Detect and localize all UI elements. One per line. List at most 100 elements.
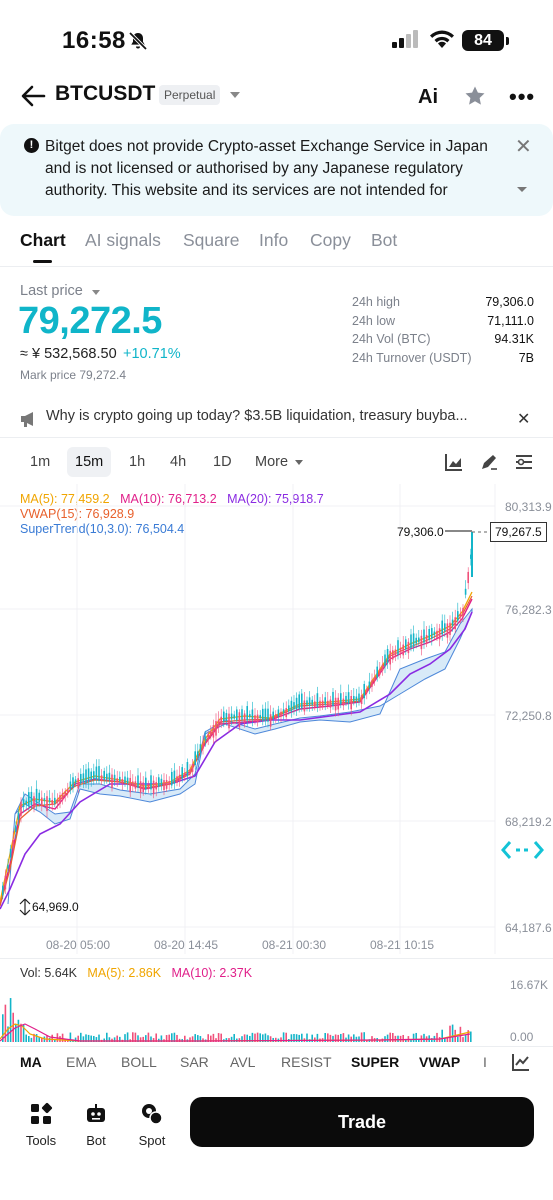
news-headline[interactable]: Why is crypto going up today? $3.5B liqu… xyxy=(46,408,478,424)
candle-body xyxy=(168,781,170,786)
candle-body xyxy=(251,709,254,720)
volume-y-bottom: 0.00 xyxy=(510,1030,534,1044)
candle-body xyxy=(337,697,339,710)
volume-bar xyxy=(451,1024,454,1042)
indicator-avl[interactable]: AVL xyxy=(230,1054,255,1070)
indicator-super[interactable]: SUPER xyxy=(351,1054,399,1070)
pair-title[interactable]: BTCUSDT xyxy=(55,82,155,106)
candle-body xyxy=(176,776,178,783)
volume-bar xyxy=(353,1034,355,1042)
candle-body xyxy=(9,848,12,858)
indicator-ema[interactable]: EMA xyxy=(66,1054,96,1070)
volume-bar xyxy=(412,1033,415,1042)
indicator-more[interactable]: I xyxy=(483,1054,487,1070)
volume-bar xyxy=(355,1036,358,1042)
candle-body xyxy=(178,774,181,782)
pair-dropdown-icon[interactable] xyxy=(230,92,240,98)
candle-body xyxy=(407,641,410,654)
interval-1h[interactable]: 1h xyxy=(121,447,153,477)
volume-bar xyxy=(464,1035,467,1042)
x-axis-label: 08-21 00:30 xyxy=(262,938,327,952)
candle-body xyxy=(59,795,61,805)
chart-type-icon[interactable] xyxy=(445,453,463,471)
candle-body xyxy=(126,777,129,784)
last-price-label[interactable]: Last price xyxy=(20,283,83,299)
trade-button[interactable]: Trade xyxy=(190,1097,534,1147)
nav-spot[interactable]: Spot xyxy=(127,1102,177,1150)
notice-text: Bitget does not provide Crypto-asset Exc… xyxy=(45,138,488,199)
volume-ma10: MA(10): 2.37K xyxy=(171,966,253,980)
candle-body xyxy=(113,774,116,781)
candle-body xyxy=(298,694,300,710)
candle-body xyxy=(2,885,4,896)
indicator-chart-icon[interactable] xyxy=(512,1053,530,1071)
news-close-icon[interactable]: ✕ xyxy=(517,409,530,429)
candle-body xyxy=(77,778,79,789)
indicator-bar: MA EMA BOLL SAR AVL RESIST SUPER VWAP I xyxy=(0,1046,553,1078)
candle-body xyxy=(74,779,77,784)
candle-body xyxy=(163,780,165,791)
candle-body xyxy=(282,709,285,714)
candle-body xyxy=(129,777,131,793)
price-chart[interactable] xyxy=(0,484,553,954)
indicator-vwap[interactable]: VWAP xyxy=(419,1054,460,1070)
candle-body xyxy=(293,702,295,710)
notice-close-icon[interactable]: ✕ xyxy=(515,134,532,159)
notice-expand-icon[interactable] xyxy=(516,186,528,194)
candle-body xyxy=(373,677,376,681)
candle-body xyxy=(381,664,384,671)
candle-body xyxy=(41,797,43,806)
candle-body xyxy=(223,711,225,722)
nav-bot[interactable]: Bot xyxy=(71,1102,121,1150)
candle-body xyxy=(191,763,194,772)
volume-bar xyxy=(51,1034,53,1042)
candle-body xyxy=(441,620,443,635)
drawing-pen-icon[interactable] xyxy=(480,453,498,471)
tab-copy[interactable]: Copy xyxy=(310,230,351,251)
current-price-tag[interactable]: 79,267.5 xyxy=(490,522,547,542)
bell-slash-icon xyxy=(128,31,148,51)
volume-bar xyxy=(337,1034,339,1042)
ai-button[interactable]: Ai xyxy=(418,86,438,109)
candle-body xyxy=(212,725,215,738)
more-options-icon[interactable]: ••• xyxy=(509,84,535,110)
volume-bar xyxy=(384,1036,386,1042)
battery-indicator: 84 xyxy=(462,30,504,51)
more-dropdown-icon[interactable] xyxy=(295,460,303,465)
tab-chart[interactable]: Chart xyxy=(20,230,66,251)
candle-body xyxy=(368,681,371,689)
candle-body xyxy=(464,588,467,595)
indicator-settings-icon[interactable] xyxy=(515,453,533,471)
candle-body xyxy=(288,705,290,712)
divider xyxy=(0,958,553,959)
volume-bar xyxy=(25,1034,27,1042)
interval-1m[interactable]: 1m xyxy=(22,447,58,477)
candle-body xyxy=(54,797,56,804)
indicator-boll[interactable]: BOLL xyxy=(121,1054,157,1070)
news-ticker[interactable]: Why is crypto going up today? $3.5B liqu… xyxy=(0,404,553,434)
volume-bar xyxy=(394,1035,397,1042)
candle-body xyxy=(215,721,217,736)
indicator-ma[interactable]: MA xyxy=(20,1054,42,1070)
candle-body xyxy=(347,692,350,704)
tab-square[interactable]: Square xyxy=(183,230,239,251)
indicator-sar[interactable]: SAR xyxy=(180,1054,209,1070)
interval-more[interactable]: More xyxy=(247,447,296,477)
low-price-marker: 64,969.0 xyxy=(32,900,79,914)
y-axis-label: 64,187.6 xyxy=(505,921,552,935)
indicator-resist[interactable]: RESIST xyxy=(281,1054,332,1070)
tab-ai-signals[interactable]: AI signals xyxy=(85,230,161,251)
favorite-star-icon[interactable] xyxy=(463,84,487,108)
interval-1d[interactable]: 1D xyxy=(205,447,240,477)
tab-bot[interactable]: Bot xyxy=(371,230,397,251)
volume-chart[interactable] xyxy=(0,984,495,1044)
back-arrow-icon[interactable] xyxy=(20,84,46,108)
tab-info[interactable]: Info xyxy=(259,230,288,251)
interval-15m[interactable]: 15m xyxy=(67,447,112,477)
nav-tools[interactable]: Tools xyxy=(16,1102,66,1150)
candle-body xyxy=(7,864,9,869)
interval-4h[interactable]: 4h xyxy=(162,447,194,477)
candle-body xyxy=(43,798,46,802)
volume-bar xyxy=(275,1037,277,1042)
last-price-dropdown-icon[interactable] xyxy=(92,290,100,295)
